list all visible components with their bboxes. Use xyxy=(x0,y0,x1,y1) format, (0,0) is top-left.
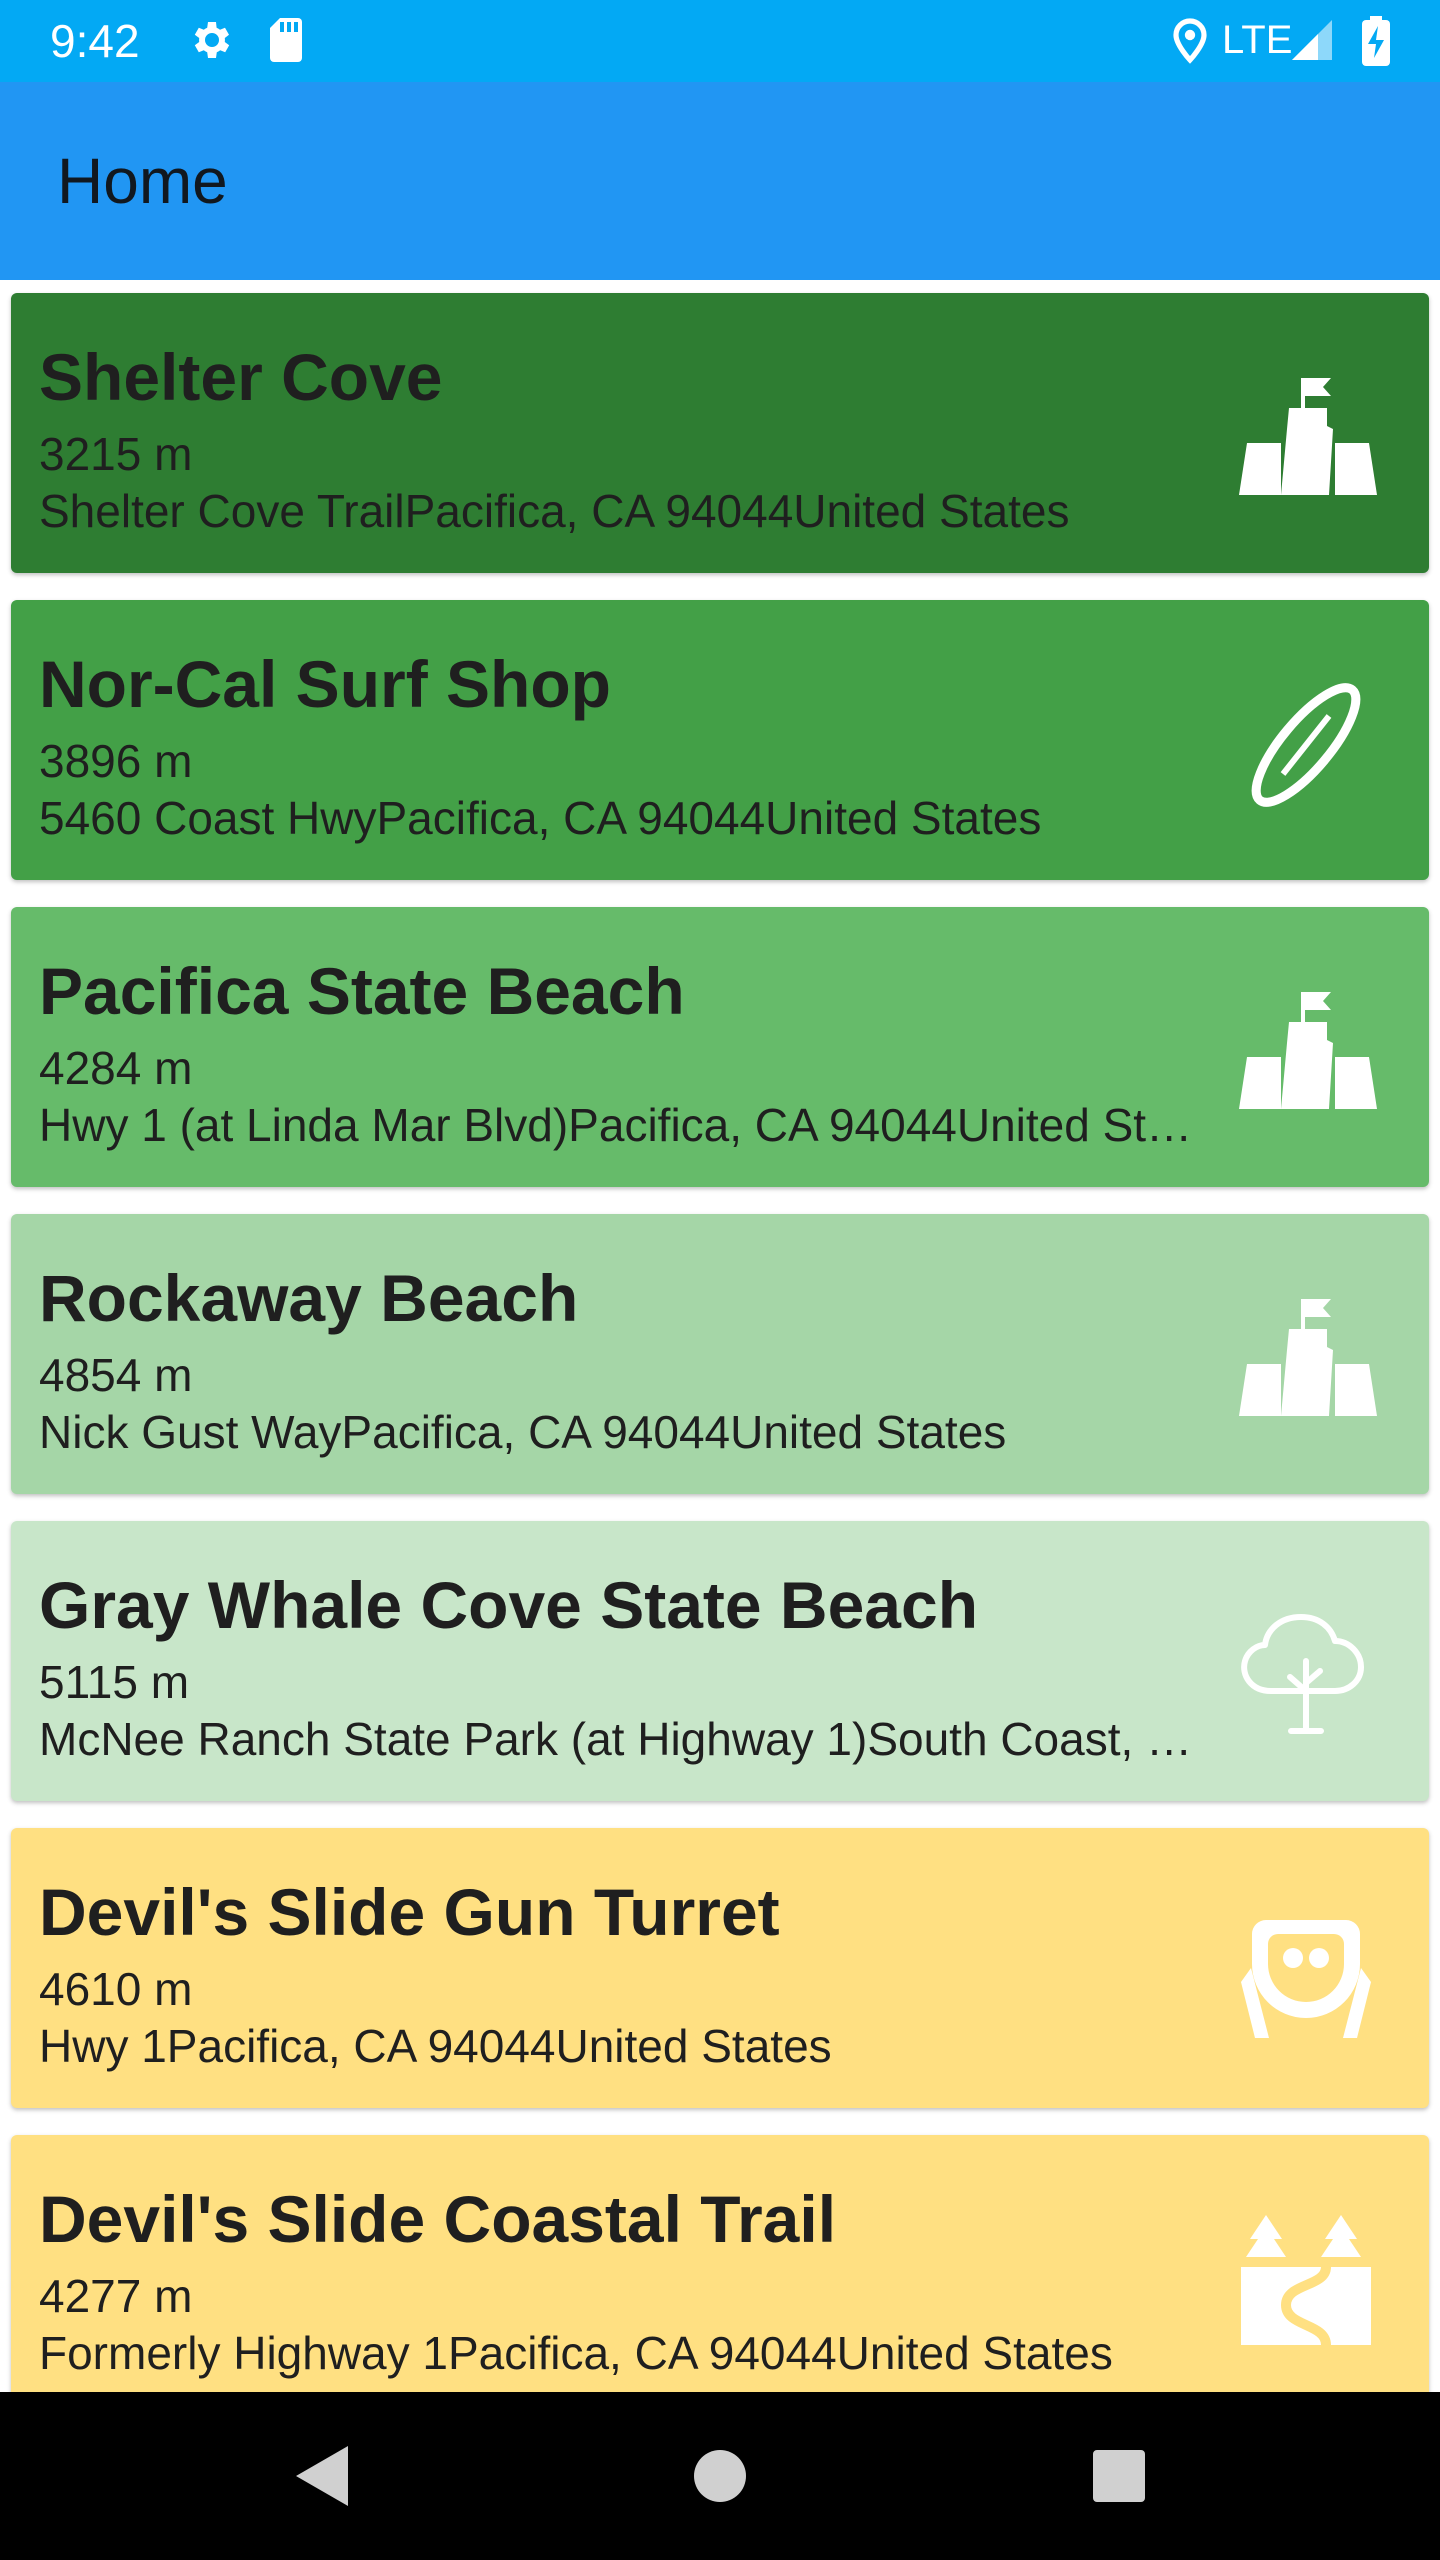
place-card[interactable]: Pacifica State Beach 4284 m Hwy 1 (at Li… xyxy=(11,907,1429,1187)
app-bar: Home xyxy=(0,82,1440,280)
place-distance: 4284 m xyxy=(39,1042,193,1094)
trail-icon xyxy=(1241,2215,1371,2346)
place-distance: 3896 m xyxy=(39,735,193,787)
status-time: 9:42 xyxy=(50,15,140,67)
place-distance: 3215 m xyxy=(39,428,193,480)
place-address: Hwy 1Pacifica, CA 94044United States xyxy=(39,2020,832,2072)
place-card[interactable]: Nor-Cal Surf Shop 3896 m 5460 Coast HwyP… xyxy=(11,600,1429,880)
binocular-viewer-icon xyxy=(1241,1920,1371,2038)
place-card[interactable]: Rockaway Beach 4854 m Nick Gust WayPacif… xyxy=(11,1214,1429,1494)
status-bar: 9:42 LTE xyxy=(0,0,1440,82)
place-address: Shelter Cove TrailPacifica, CA 94044Unit… xyxy=(39,485,1070,537)
places-list[interactable]: Shelter Cove 3215 m Shelter Cove TrailPa… xyxy=(0,280,1440,2392)
sandcastle-icon xyxy=(1239,992,1377,1109)
navigation-bar xyxy=(0,2392,1440,2560)
tree-icon xyxy=(1241,1614,1364,1734)
place-distance: 4277 m xyxy=(39,2270,193,2322)
place-name: Devil's Slide Coastal Trail xyxy=(39,2182,837,2256)
place-distance: 4854 m xyxy=(39,1349,193,1401)
place-name: Pacifica State Beach xyxy=(39,954,685,1028)
recents-icon[interactable] xyxy=(1068,2426,1168,2526)
place-name: Gray Whale Cove State Beach xyxy=(39,1568,979,1642)
place-card[interactable]: Shelter Cove 3215 m Shelter Cove TrailPa… xyxy=(11,293,1429,573)
place-distance: 4610 m xyxy=(39,1963,193,2015)
place-name: Shelter Cove xyxy=(39,340,443,414)
place-address: Nick Gust WayPacifica, CA 94044United St… xyxy=(39,1406,1007,1458)
place-address: Hwy 1 (at Linda Mar Blvd)Pacifica, CA 94… xyxy=(39,1099,1199,1151)
sandcastle-icon xyxy=(1239,1299,1377,1416)
surfboard-icon xyxy=(1251,683,1361,807)
place-name: Rockaway Beach xyxy=(39,1261,579,1335)
place-address: Formerly Highway 1Pacifica, CA 94044Unit… xyxy=(39,2327,1113,2379)
location-pin-icon xyxy=(1173,18,1207,64)
page-title: Home xyxy=(57,145,228,217)
gear-icon xyxy=(194,22,230,58)
back-icon[interactable] xyxy=(270,2426,370,2526)
sandcastle-icon xyxy=(1239,378,1377,495)
place-distance: 5115 m xyxy=(39,1656,190,1708)
home-icon[interactable] xyxy=(670,2426,770,2526)
place-name: Devil's Slide Gun Turret xyxy=(39,1875,780,1949)
place-card[interactable]: Gray Whale Cove State Beach 5115 m McNee… xyxy=(11,1521,1429,1801)
place-card[interactable]: Devil's Slide Gun Turret 4610 m Hwy 1Pac… xyxy=(11,1828,1429,2108)
place-card[interactable]: Devil's Slide Coastal Trail 4277 m Forme… xyxy=(11,2135,1429,2392)
place-address: 5460 Coast HwyPacifica, CA 94044United S… xyxy=(39,792,1042,844)
sd-card-icon xyxy=(270,18,302,62)
place-address: McNee Ranch State Park (at Highway 1)Sou… xyxy=(39,1713,1199,1765)
place-name: Nor-Cal Surf Shop xyxy=(39,647,611,721)
signal-icon xyxy=(1292,20,1332,60)
battery-charging-icon xyxy=(1362,16,1390,66)
network-type: LTE xyxy=(1222,18,1293,62)
